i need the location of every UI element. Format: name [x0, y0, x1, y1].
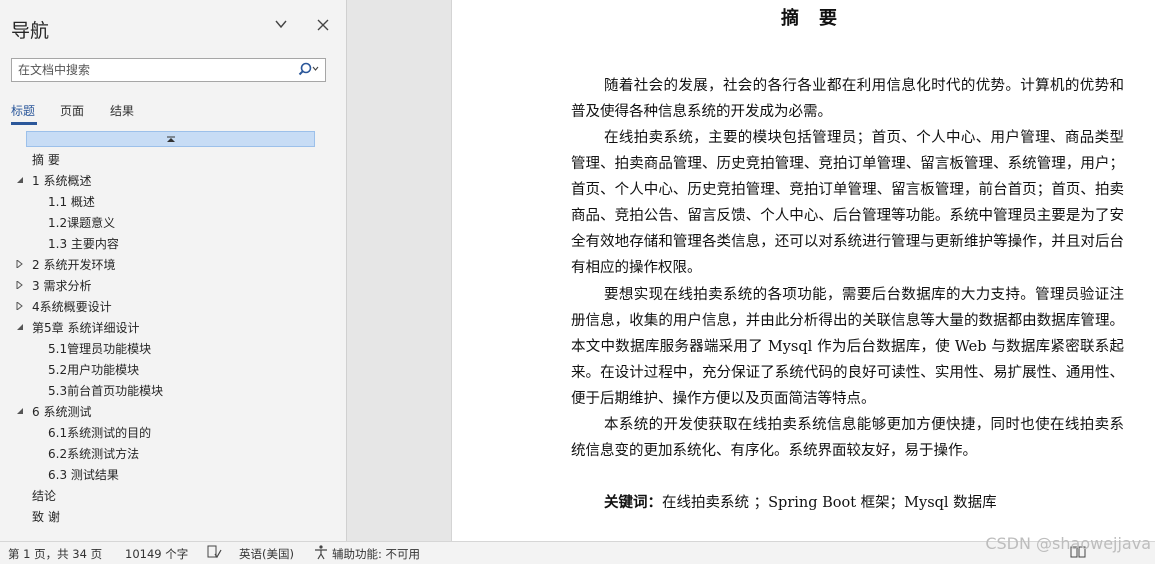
heading-item[interactable]: 5.1管理员功能模块 [48, 340, 151, 357]
expanded-caret-icon[interactable] [16, 176, 24, 184]
watermark: CSDN @shaowejjava [985, 534, 1151, 553]
heading-item[interactable]: 5.3前台首页功能模块 [48, 382, 163, 399]
close-icon [317, 19, 329, 31]
search-input[interactable] [12, 59, 298, 81]
heading-item[interactable]: 6.1系统测试的目的 [48, 424, 151, 441]
heading-item[interactable]: 6.3 测试结果 [48, 466, 119, 483]
accessibility-icon[interactable] [313, 544, 329, 563]
collapsed-caret-icon[interactable] [16, 258, 24, 270]
navigation-pane: 导航 标题 页面 结果 摘 要 1 系统概述 1.1 概述 1.2课题意义 1.3 主要… [0, 0, 347, 541]
collapsed-caret-icon[interactable] [16, 300, 24, 312]
heading-item[interactable]: 5.2用户功能模块 [48, 361, 139, 378]
search-icon [298, 62, 319, 76]
keywords-label: 关键词： [604, 494, 662, 511]
heading-item[interactable]: 致 谢 [32, 508, 60, 525]
abstract-paragraph-1: 随着社会的发展，社会的各行各业都在利用信息化时代的优势。计算机的优势和普及使得各… [571, 78, 1124, 120]
document-page[interactable]: 摘要 随着社会的发展，社会的各行各业都在利用信息化时代的优势。计算机的优势和普及… [451, 0, 1155, 541]
expanded-caret-icon[interactable] [16, 407, 24, 415]
heading-item[interactable]: 1 系统概述 [32, 172, 91, 189]
heading-item[interactable]: 摘 要 [32, 151, 60, 168]
tab-pages[interactable]: 页面 [60, 102, 84, 119]
collapsed-caret-icon[interactable] [16, 279, 24, 291]
search-box [11, 58, 326, 82]
heading-item[interactable]: 1.2课题意义 [48, 214, 115, 231]
heading-item[interactable]: 1.3 主要内容 [48, 235, 119, 252]
language-indicator[interactable]: 英语(美国) [239, 546, 294, 562]
heading-item[interactable]: 结论 [32, 487, 56, 504]
tab-results[interactable]: 结果 [110, 102, 134, 119]
abstract-paragraph-4: 本系统的开发使获取在线拍卖系统信息能够更加方便快捷，同时也使在线拍卖系统信息变的… [571, 417, 1124, 459]
nav-options-button[interactable] [270, 15, 292, 37]
keywords-text: 在线拍卖系统 ；Spring Boot 框架；Mysql 数据库 [662, 495, 997, 511]
heading-item[interactable]: 2 系统开发环境 [32, 256, 115, 273]
abstract-paragraph-3: 要想实现在线拍卖系统的各项功能，需要后台数据库的大力支持。管理员验证注册信息，收… [571, 287, 1124, 407]
status-bar: 第 1 页，共 34 页 10149 个字 英语(美国) 辅助功能: 不可用 [0, 541, 1155, 564]
chevron-down-icon [275, 20, 287, 29]
page-count[interactable]: 第 1 页，共 34 页 [8, 546, 102, 562]
active-tab-indicator [11, 122, 37, 125]
heading-item[interactable]: 1.1 概述 [48, 193, 95, 210]
document-title: 摘要 [781, 8, 857, 29]
heading-item[interactable]: 3 需求分析 [32, 277, 91, 294]
heading-item[interactable]: 第5章 系统详细设计 [32, 319, 139, 336]
keywords-line: 关键词：在线拍卖系统 ；Spring Boot 框架；Mysql 数据库 [604, 491, 997, 512]
proofing-icon[interactable] [206, 544, 222, 563]
nav-close-button[interactable] [312, 15, 334, 37]
tab-headings[interactable]: 标题 [11, 102, 35, 119]
heading-item[interactable]: 4系统概要设计 [32, 298, 112, 315]
accessibility-status[interactable]: 辅助功能: 不可用 [332, 546, 420, 562]
collapse-up-icon [167, 136, 175, 142]
nav-title: 导航 [11, 20, 50, 42]
abstract-paragraph-2: 在线拍卖系统，主要的模块包括管理员；首页、个人中心、用户管理、商品类型管理、拍卖… [571, 130, 1124, 276]
collapse-headings-bar[interactable] [26, 131, 315, 147]
heading-item[interactable]: 6.2系统测试方法 [48, 445, 139, 462]
heading-item[interactable]: 6 系统测试 [32, 403, 91, 420]
expanded-caret-icon[interactable] [16, 323, 24, 331]
search-button[interactable] [297, 61, 321, 79]
word-count[interactable]: 10149 个字 [125, 546, 188, 562]
